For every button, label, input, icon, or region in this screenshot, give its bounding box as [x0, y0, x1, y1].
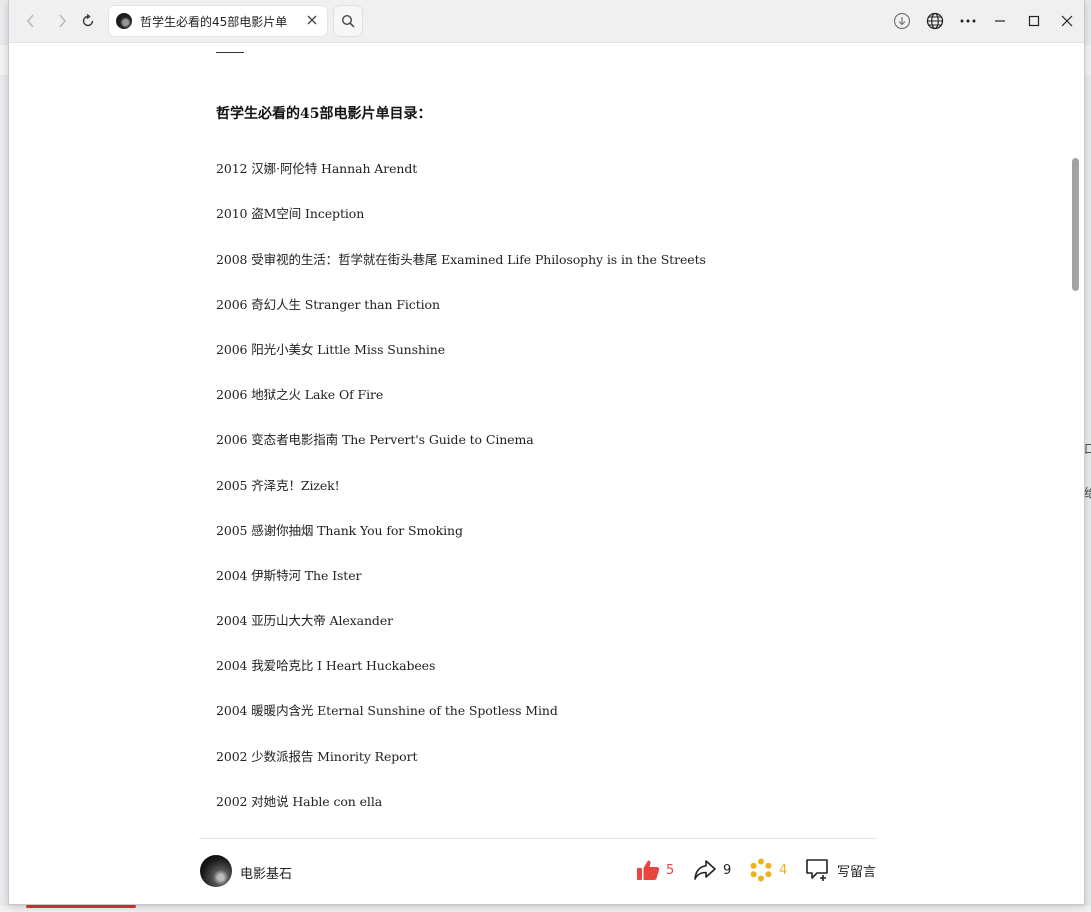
- toc-title: 哲学生必看的45部电影片单目录：: [216, 106, 432, 122]
- film-list-item: 2006 奇幻人生 Stranger than Fiction: [216, 297, 440, 312]
- film-list-item: 2004 亚历山大大帝 Alexander: [216, 613, 394, 628]
- globe-icon: [926, 12, 944, 30]
- film-list-item: 2002 对她说 Hable con ella: [216, 794, 383, 809]
- film-list-item: 2005 感谢你抽烟 Thank You for Smoking: [216, 523, 463, 538]
- film-list-item: 2006 阳光小美女 Little Miss Sunshine: [216, 342, 446, 357]
- film-list-item: 2005 齐泽克！Zizek!: [216, 478, 340, 493]
- active-tab[interactable]: 哲学生必看的45部电影片单: [109, 6, 327, 36]
- download-icon: [893, 12, 911, 30]
- comment-icon: [806, 859, 828, 881]
- author-name[interactable]: 电影基石: [240, 863, 292, 882]
- reload-button[interactable]: [78, 11, 98, 31]
- scrollbar-thumb[interactable]: [1072, 158, 1079, 291]
- tab-favicon: [116, 13, 132, 29]
- star-button[interactable]: 4: [749, 855, 787, 885]
- article-action-bar: 电影基石 5 9 4 写留言: [9, 838, 1084, 904]
- film-list-item: 2008 受审视的生活：哲学就在街头巷尾 Examined Life Philo…: [216, 252, 706, 267]
- background-text-fragment: 绐: [1084, 486, 1091, 500]
- more-button[interactable]: [957, 10, 979, 32]
- page-content: 哲学生必看的45部电影片单目录： 2012 汉娜·阿伦特 Hannah Aren…: [9, 43, 1084, 904]
- tab-close-button[interactable]: [304, 12, 320, 28]
- minimize-icon: [995, 20, 1005, 22]
- film-list-item: 2010 盗M空间 Inception: [216, 206, 365, 221]
- back-icon: [27, 14, 34, 28]
- film-list-item: 2012 汉娜·阿伦特 Hannah Arendt: [216, 161, 418, 176]
- film-list-item: 2004 伊斯特河 The Ister: [216, 568, 362, 583]
- avatar[interactable]: [200, 855, 232, 887]
- reload-icon: [82, 13, 94, 27]
- maximize-button[interactable]: [1023, 10, 1045, 32]
- back-button[interactable]: [21, 11, 41, 31]
- title-bar: 哲学生必看的45部电影片单: [9, 0, 1084, 43]
- like-button[interactable]: 5: [636, 855, 674, 885]
- share-count: 9: [723, 862, 732, 878]
- search-icon: [341, 14, 355, 28]
- share-button[interactable]: 9: [693, 855, 731, 885]
- comment-label: 写留言: [837, 864, 877, 880]
- background-red-bar: [26, 905, 136, 908]
- background-bottom-strip: [0, 906, 1091, 912]
- film-list-item: 2006 地狱之火 Lake Of Fire: [216, 387, 384, 402]
- window-close-icon: [1061, 15, 1073, 27]
- divider: [216, 52, 244, 53]
- film-list-item: 2004 我爱哈克比 I Heart Huckabees: [216, 658, 436, 673]
- thumb-up-icon: [637, 860, 660, 880]
- film-list-item: 2006 变态者电影指南 The Pervert's Guide to Cine…: [216, 432, 534, 447]
- film-list-item: 2002 少数派报告 Minority Report: [216, 749, 418, 764]
- like-count: 5: [666, 862, 675, 878]
- comment-button[interactable]: 写留言: [805, 855, 876, 885]
- forward-button[interactable]: [52, 11, 72, 31]
- translate-button[interactable]: [924, 10, 946, 32]
- maximize-icon: [1028, 15, 1040, 27]
- share-icon: [694, 860, 716, 880]
- tab-title: 哲学生必看的45部电影片单: [140, 15, 288, 29]
- search-tab-button[interactable]: [334, 6, 362, 36]
- window-close-button[interactable]: [1056, 10, 1078, 32]
- star-count: 4: [779, 862, 788, 878]
- star-icon: [750, 858, 772, 882]
- divider: [199, 838, 877, 839]
- close-icon: [307, 15, 317, 25]
- film-list-item: 2004 暖暖内含光 Eternal Sunshine of the Spotl…: [216, 703, 558, 718]
- browser-window: 哲学生必看的45部电影片单 哲学生必看的45部电影片单目录： 2012 汉娜·阿…: [8, 0, 1085, 905]
- forward-icon: [59, 14, 66, 28]
- download-button[interactable]: [891, 10, 913, 32]
- minimize-button[interactable]: [989, 10, 1011, 32]
- more-icon: [960, 19, 976, 23]
- background-text-fragment: 口: [1084, 442, 1091, 456]
